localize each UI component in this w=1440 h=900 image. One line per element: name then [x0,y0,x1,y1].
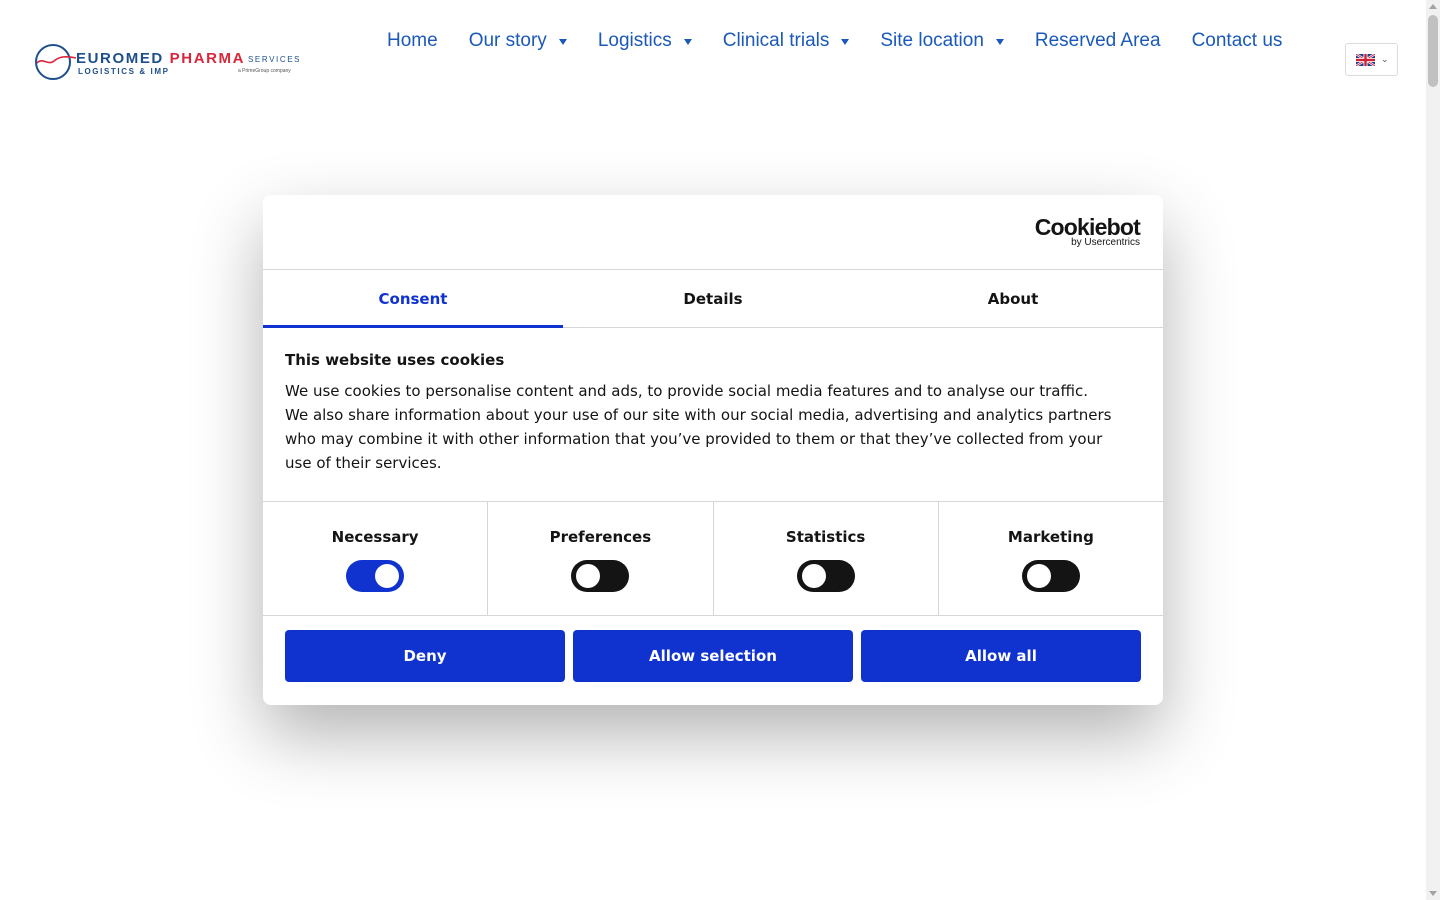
toggle-knob [375,564,400,588]
consent-buttons: Deny Allow selection Allow all [285,630,1141,682]
chevron-down-icon: ⌄ [1381,55,1389,65]
preferences-toggle[interactable] [571,560,630,592]
nav-reserved-area[interactable]: Reserved Area [1035,30,1161,52]
marketing-toggle[interactable] [1021,560,1080,592]
allow-selection-button[interactable]: Allow selection [573,630,853,682]
logo-company-note: a PrimeGroup company [238,68,291,74]
cookiebot-name: Cookiebot [1034,214,1141,240]
nav-logistics[interactable]: Logistics [598,30,692,52]
scroll-up-arrow-icon[interactable] [1429,4,1437,9]
dialog-header: Cookiebot by Usercentrics [263,195,1163,270]
language-selector[interactable]: ⌄ [1345,43,1398,76]
toggle-knob [801,564,826,588]
caret-down-icon [841,39,850,45]
caret-down-icon [558,39,567,45]
logo-emblem-icon [35,44,76,80]
category-label: Marketing [1007,528,1094,546]
category-preferences: Preferences [488,502,714,615]
category-marketing: Marketing [939,502,1163,615]
dialog-tabs: Consent Details About [263,270,1163,328]
nav-our-story[interactable]: Our story [469,30,567,52]
nav-clinical-trials[interactable]: Clinical trials [723,30,850,52]
scroll-down-arrow-icon[interactable] [1429,891,1437,896]
toggle-knob [1026,564,1051,588]
cookie-category-toggles: Necessary Preferences Statistics Marketi… [263,501,1163,616]
category-statistics: Statistics [714,502,939,615]
consent-title: This website uses cookies [285,351,505,369]
logo-brand-text: EUROMED PHARMA [76,50,246,67]
cookie-consent-dialog: Cookiebot by Usercentrics Consent Detail… [263,195,1163,705]
cookiebot-logo[interactable]: Cookiebot by Usercentrics [1034,214,1141,248]
logo-tagline: LOGISTICS & IMP [78,67,170,76]
tab-consent[interactable]: Consent [263,270,563,328]
caret-down-icon [995,39,1004,45]
main-navigation: Home Our story Logistics Clinical trials… [387,28,1282,54]
consent-description: We use cookies to personalise content an… [285,382,1112,472]
category-label: Preferences [549,528,652,546]
uk-flag-icon [1356,54,1375,66]
allow-all-button[interactable]: Allow all [861,630,1141,682]
nav-site-location[interactable]: Site location [880,30,1004,52]
tab-about[interactable]: About [863,270,1163,327]
nav-home[interactable]: Home [387,30,438,52]
statistics-toggle[interactable] [796,560,855,592]
tab-details[interactable]: Details [563,270,863,327]
category-necessary: Necessary [263,502,489,615]
category-label: Necessary [331,528,419,546]
site-header: EUROMED PHARMA SERVICES LOGISTICS & IMP … [0,0,1426,120]
page-scrollbar[interactable] [1426,0,1440,900]
consent-body: This website uses cookies We use cookies… [285,351,1115,475]
euromed-pharma-logo[interactable]: EUROMED PHARMA SERVICES LOGISTICS & IMP … [34,42,300,82]
scrollbar-thumb[interactable] [1428,15,1438,87]
caret-down-icon [683,39,692,45]
necessary-toggle[interactable] [346,560,405,592]
nav-contact-us[interactable]: Contact us [1192,30,1283,52]
logo-services-text: SERVICES [248,55,302,64]
toggle-knob [576,564,601,588]
category-label: Statistics [785,528,866,546]
deny-button[interactable]: Deny [285,630,565,682]
